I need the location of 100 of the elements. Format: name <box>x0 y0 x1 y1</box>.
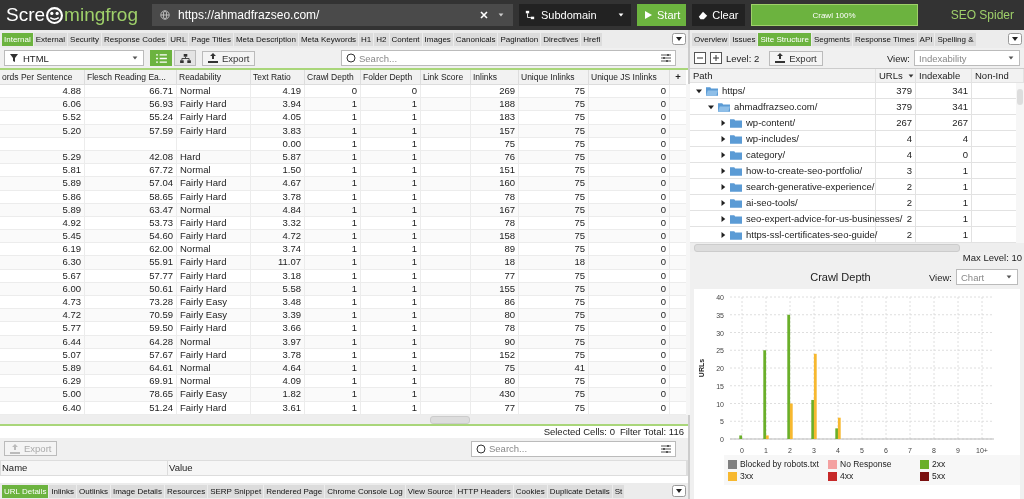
table-cell: 0 <box>660 401 666 413</box>
column-header[interactable]: Inlinks <box>471 70 519 84</box>
tab[interactable]: Images <box>422 32 453 46</box>
column-header[interactable]: Name <box>1 460 168 475</box>
collapse-icon[interactable] <box>694 52 706 64</box>
tab[interactable]: API <box>917 32 935 46</box>
folder-path[interactable]: how-to-create-seo-portfolio/ <box>746 165 863 176</box>
folder-path[interactable]: wp-includes/ <box>746 133 799 144</box>
tab[interactable]: HTTP Headers <box>455 484 513 498</box>
tab[interactable]: Issues <box>730 32 758 46</box>
column-header[interactable]: ords Per Sentence <box>0 70 85 84</box>
tab[interactable]: Meta Description <box>233 32 298 46</box>
tab[interactable]: Overview <box>692 32 730 46</box>
column-header[interactable]: Folder Depth <box>361 70 421 84</box>
table-cell: 78 <box>504 322 515 334</box>
tab[interactable]: Cookies <box>513 484 547 498</box>
tab[interactable]: H2 <box>374 32 389 46</box>
column-header[interactable]: Link Score <box>421 70 471 84</box>
expand-icon[interactable] <box>710 52 722 64</box>
column-header[interactable]: Path <box>690 69 876 82</box>
table-cell: 18 <box>504 256 515 268</box>
tree-view-button[interactable] <box>174 50 196 66</box>
folder-path[interactable]: wp-content/ <box>746 117 796 128</box>
url-field[interactable]: https://ahmadfrazseo.com/ <box>152 4 513 26</box>
sliders-icon[interactable] <box>661 443 671 454</box>
tab[interactable]: Segments <box>811 32 852 46</box>
clear-button[interactable]: Clear <box>692 4 745 26</box>
expanded-arrow-icon[interactable] <box>708 103 714 110</box>
more-tabs-icon[interactable] <box>672 485 686 497</box>
tab[interactable]: Hrefl <box>581 32 603 46</box>
folder-path[interactable]: category/ <box>746 149 786 160</box>
tab[interactable]: Content <box>389 32 422 46</box>
folder-path[interactable]: search-generative-experience/ <box>746 181 875 192</box>
folder-icon <box>730 197 742 208</box>
collapsed-arrow-icon[interactable] <box>720 151 726 158</box>
column-header[interactable]: Readability <box>177 70 251 84</box>
tab[interactable]: Outlinks <box>77 484 110 498</box>
search-field[interactable]: Search... <box>341 50 676 66</box>
tab[interactable]: Security <box>68 32 101 46</box>
add-column-button[interactable]: + <box>670 70 686 84</box>
tab[interactable]: H1 <box>359 32 374 46</box>
tab[interactable]: Canonicals <box>453 32 498 46</box>
filter-dropdown[interactable]: HTML <box>4 50 144 66</box>
search-icon <box>346 53 356 63</box>
tab[interactable]: Rendered Page <box>264 484 325 498</box>
tab[interactable]: Directives <box>541 32 581 46</box>
tab[interactable]: External <box>33 32 68 46</box>
collapsed-arrow-icon[interactable] <box>720 215 726 222</box>
search-field[interactable]: Search... <box>471 440 676 457</box>
tab[interactable]: Resources <box>164 484 208 498</box>
tab[interactable]: Image Details <box>111 484 164 498</box>
tab[interactable]: St <box>612 484 625 498</box>
export-button[interactable]: Export <box>202 50 256 66</box>
mode-dropdown[interactable]: Subdomain <box>519 4 631 26</box>
tab[interactable]: Spelling & <box>935 32 976 46</box>
column-header[interactable]: Text Ratio <box>251 70 305 84</box>
tab[interactable]: URL <box>168 32 189 46</box>
table-cell: 0 <box>660 150 666 162</box>
more-tabs-icon[interactable] <box>672 33 686 45</box>
view-dropdown[interactable]: Indexability <box>914 50 1020 66</box>
folder-path[interactable]: seo-expert-advice-for-us-businesses/ <box>746 213 903 224</box>
table-cell: 75 <box>574 282 585 294</box>
collapsed-arrow-icon[interactable] <box>720 135 726 142</box>
collapsed-arrow-icon[interactable] <box>720 167 726 174</box>
tab[interactable]: SERP Snippet <box>208 484 264 498</box>
folder-path[interactable]: https-ssl-certificates-seo-guide/ <box>746 229 878 240</box>
export-button[interactable]: Export <box>769 50 823 66</box>
tab[interactable]: Inlinks <box>49 484 77 498</box>
column-header[interactable]: URLs <box>876 69 916 82</box>
collapsed-arrow-icon[interactable] <box>720 231 726 238</box>
collapsed-arrow-icon[interactable] <box>720 119 726 126</box>
column-header[interactable]: Indexable <box>916 69 972 82</box>
tab[interactable]: View Source <box>405 484 455 498</box>
tab[interactable]: Page Titles <box>189 32 233 46</box>
expanded-arrow-icon[interactable] <box>696 87 702 94</box>
column-header[interactable]: Crawl Depth <box>305 70 361 84</box>
folder-path[interactable]: ai-seo-tools/ <box>746 197 798 208</box>
sort-icon[interactable] <box>906 71 915 80</box>
tab[interactable]: Duplicate Details <box>547 484 612 498</box>
column-header[interactable]: Unique JS Inlinks <box>589 70 670 84</box>
tab[interactable]: Response Codes <box>101 32 168 46</box>
tab[interactable]: Meta Keywords <box>298 32 359 46</box>
folder-path[interactable]: https/ <box>722 85 746 96</box>
column-header[interactable]: Non-Ind <box>972 69 1024 82</box>
tab[interactable]: Response Times <box>852 32 917 46</box>
sliders-icon[interactable] <box>661 53 671 63</box>
column-header[interactable]: Value <box>168 460 687 475</box>
folder-path[interactable]: ahmadfrazseo.com/ <box>734 101 818 112</box>
close-icon[interactable] <box>479 10 489 20</box>
collapsed-arrow-icon[interactable] <box>720 183 726 190</box>
column-header[interactable]: Flesch Reading Ea... <box>85 70 177 84</box>
table-cell: 1 <box>351 203 357 215</box>
column-header[interactable]: Unique Inlinks <box>519 70 589 84</box>
tab[interactable]: Chrome Console Log <box>325 484 405 498</box>
table-cell: 0 <box>411 85 417 96</box>
collapsed-arrow-icon[interactable] <box>720 199 726 206</box>
caret-icon[interactable] <box>497 11 505 19</box>
more-tabs-icon[interactable] <box>1008 33 1022 45</box>
view-dropdown[interactable]: Chart <box>956 269 1018 285</box>
tab[interactable]: Pagination <box>498 32 541 46</box>
